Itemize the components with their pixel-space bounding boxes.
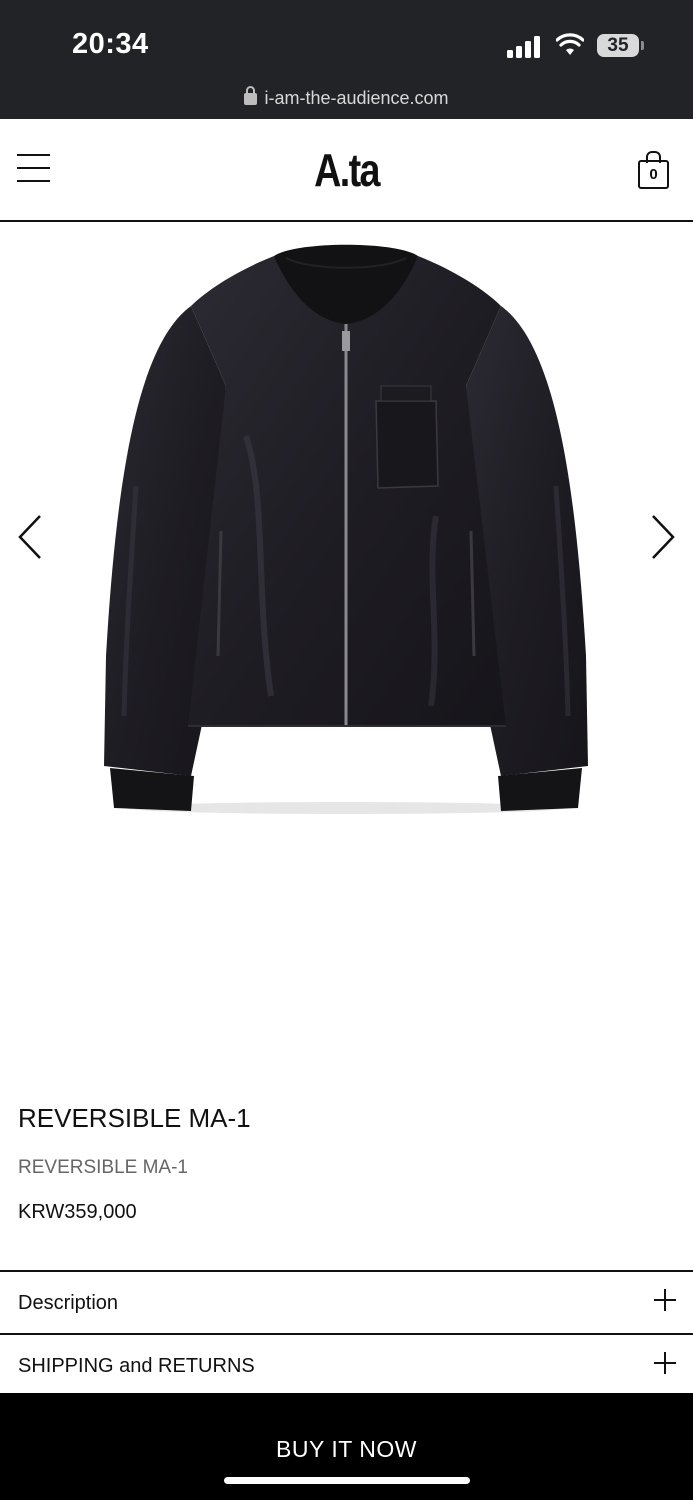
product-image	[104, 244, 588, 814]
shopping-bag-icon[interactable]: 0	[637, 151, 670, 189]
chevron-left-icon[interactable]	[16, 513, 46, 561]
cart-count: 0	[638, 160, 669, 189]
url-bar[interactable]: i-am-the-audience.com	[0, 86, 693, 109]
url-text: i-am-the-audience.com	[264, 88, 449, 108]
browser-status-bar: 20:34 35 i-am-the-audience.com	[0, 0, 693, 119]
accordion-label: SHIPPING and RETURNS	[18, 1355, 255, 1377]
chevron-right-icon[interactable]	[647, 513, 677, 561]
buy-it-now-label: BUY IT NOW	[276, 1436, 417, 1462]
accordion-label: Description	[18, 1292, 119, 1314]
site-header: A.ta 0	[0, 119, 693, 222]
status-time: 20:34	[72, 28, 149, 60]
product-title: REVERSIBLE MA-1	[18, 1103, 251, 1133]
plus-icon[interactable]	[654, 1289, 676, 1311]
lock-icon	[244, 86, 258, 105]
brand-logo[interactable]: A.ta	[62, 143, 630, 197]
signal-icon	[507, 34, 543, 58]
product-price: KRW359,000	[18, 1201, 137, 1223]
product-image-carousel[interactable]	[0, 222, 693, 1052]
hamburger-icon[interactable]	[17, 154, 51, 184]
battery-icon: 35	[597, 34, 644, 57]
description-accordion[interactable]: Description	[0, 1270, 693, 1334]
plus-icon[interactable]	[654, 1352, 676, 1374]
home-indicator	[224, 1477, 470, 1484]
wifi-icon	[556, 33, 584, 55]
product-subtitle: REVERSIBLE MA-1	[18, 1157, 188, 1178]
shipping-returns-accordion[interactable]: SHIPPING and RETURNS	[0, 1333, 693, 1397]
battery-level: 35	[597, 34, 639, 57]
